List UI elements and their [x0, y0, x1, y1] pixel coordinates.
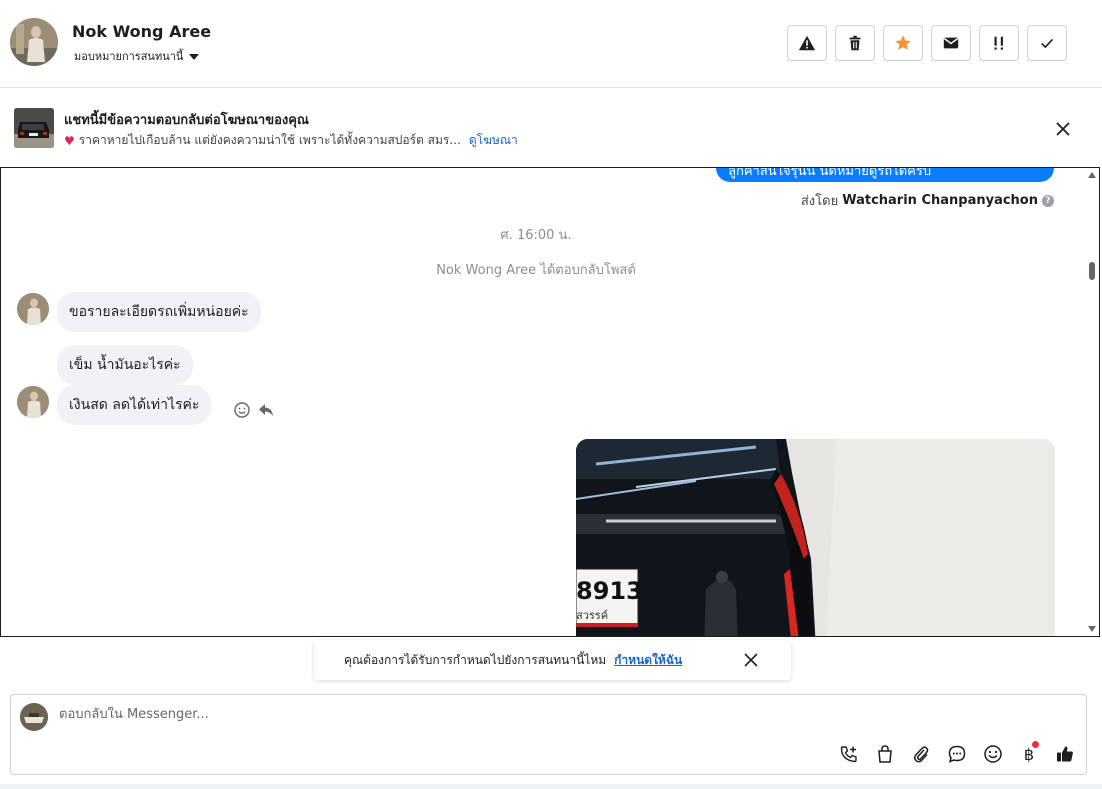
mark-spam-button[interactable]	[787, 25, 827, 61]
mark-done-button[interactable]	[1027, 25, 1067, 61]
check-icon	[1041, 38, 1053, 49]
shopping-bag-icon	[878, 745, 892, 763]
envelope-icon	[943, 37, 959, 49]
ad-snippet-row: ♥ ราคาหายไปเกือบล้าน แต่ยังคงความน่าใช้ …	[64, 131, 518, 150]
emoji-button[interactable]	[982, 743, 1004, 765]
emoji-icon	[984, 745, 1002, 763]
help-icon[interactable]: ?	[1042, 194, 1054, 207]
incoming-message-bubble[interactable]: เข็ม น้ำมันอะไรค่ะ	[57, 345, 193, 385]
ad-thumbnail[interactable]	[14, 108, 54, 148]
thread-scrollbar[interactable]	[1085, 168, 1099, 636]
conversation-header: Nok Wong Aree มอบหมายการสนทนานี้	[0, 0, 1102, 88]
shop-button[interactable]	[874, 743, 896, 765]
close-icon	[1056, 122, 1070, 136]
react-emoji-icon[interactable]	[233, 401, 251, 419]
close-icon	[744, 653, 758, 667]
sender-avatar	[17, 386, 49, 418]
payment-request-button[interactable]: ฿	[1018, 741, 1040, 765]
message-timestamp: ศ. 16:00 น.	[500, 228, 572, 243]
assign-to-me-prompt: คุณต้องการได้รับการกำหนดไปยังการสนทนานี้…	[314, 640, 791, 680]
saved-replies-button[interactable]	[946, 743, 968, 765]
page-bottom-edge	[0, 784, 1102, 789]
follow-up-icon	[994, 36, 1003, 50]
attach-file-button[interactable]	[910, 743, 932, 765]
notification-dot	[1032, 741, 1039, 748]
caret-down-icon	[189, 53, 200, 60]
scroll-down-arrow-icon[interactable]	[1088, 626, 1096, 632]
warning-icon	[798, 35, 816, 51]
post-reply-note: Nok Wong Aree ได้ตอบกลับโพสต์	[436, 263, 636, 278]
saved-reply-icon	[948, 745, 966, 763]
assign-prompt-text: คุณต้องการได้รับการกำหนดไปยังการสนทนานี้…	[344, 652, 607, 667]
sent-by-name: Watcharin Chanpanyachon	[842, 193, 1038, 208]
outgoing-message-bubble[interactable]: ลูกค้าสนใจรุ่นนี้ นัดหมายดูรถได้ครับ	[716, 168, 1054, 182]
reply-composer: ฿	[10, 694, 1087, 775]
contact-name: Nok Wong Aree	[72, 22, 212, 41]
license-plate-number: 8913	[576, 577, 643, 605]
message-thread[interactable]: ลูกค้าสนใจรุ่นนี้ นัดหมายดูรถได้ครับ ส่ง…	[0, 167, 1100, 637]
ad-snippet: ราคาหายไปเกือบล้าน แต่ยังคงความน่าใช้ เพ…	[78, 133, 461, 147]
close-ad-banner-button[interactable]	[1052, 118, 1074, 140]
thumbs-up-icon	[1057, 746, 1073, 762]
send-like-button[interactable]	[1054, 743, 1076, 765]
trash-icon	[849, 35, 861, 51]
follow-up-button[interactable]	[979, 25, 1019, 61]
assign-label: มอบหมายการสนทนานี้	[74, 50, 184, 63]
call-add-icon	[840, 746, 857, 763]
scrollbar-thumb[interactable]	[1089, 262, 1095, 280]
heart-icon: ♥	[64, 133, 75, 148]
call-add-button[interactable]	[838, 743, 860, 765]
license-plate-province: สวรรค์	[576, 609, 608, 622]
assign-conversation-dropdown[interactable]: มอบหมายการสนทนานี้	[74, 47, 200, 65]
contact-avatar[interactable]	[10, 18, 58, 66]
view-ad-link[interactable]: ดูโฆษณา	[469, 131, 518, 150]
incoming-message-bubble[interactable]: ขอรายละเอียดรถเพิ่มหน่อยค่ะ	[57, 292, 261, 332]
delete-button[interactable]	[835, 25, 875, 61]
ad-banner-title: แชทนี้มีข้อความตอบกลับต่อโฆษณาของคุณ	[64, 113, 309, 128]
star-icon	[895, 35, 911, 51]
ad-reply-banner: แชทนี้มีข้อความตอบกลับต่อโฆษณาของคุณ ♥ ร…	[0, 88, 1102, 168]
reply-arrow-icon[interactable]	[257, 401, 275, 419]
mark-unread-button[interactable]	[931, 25, 971, 61]
sent-by-label: ส่งโดย Watcharin Chanpanyachon ?	[801, 190, 1054, 211]
close-assign-prompt-button[interactable]	[742, 651, 760, 669]
star-button[interactable]	[883, 25, 923, 61]
reply-input[interactable]	[59, 707, 959, 722]
paperclip-icon	[913, 746, 929, 763]
page-avatar	[20, 703, 48, 731]
scroll-up-arrow-icon[interactable]	[1088, 172, 1096, 178]
assign-to-me-link[interactable]: กำหนดให้ฉัน	[614, 651, 682, 670]
incoming-message-bubble[interactable]: เงินสด ลดได้เท่าไรค่ะ	[57, 385, 212, 425]
sender-avatar	[17, 293, 49, 325]
sent-by-prefix: ส่งโดย	[800, 194, 839, 209]
attached-car-photo[interactable]: 8913 สวรรค์	[576, 439, 1055, 636]
